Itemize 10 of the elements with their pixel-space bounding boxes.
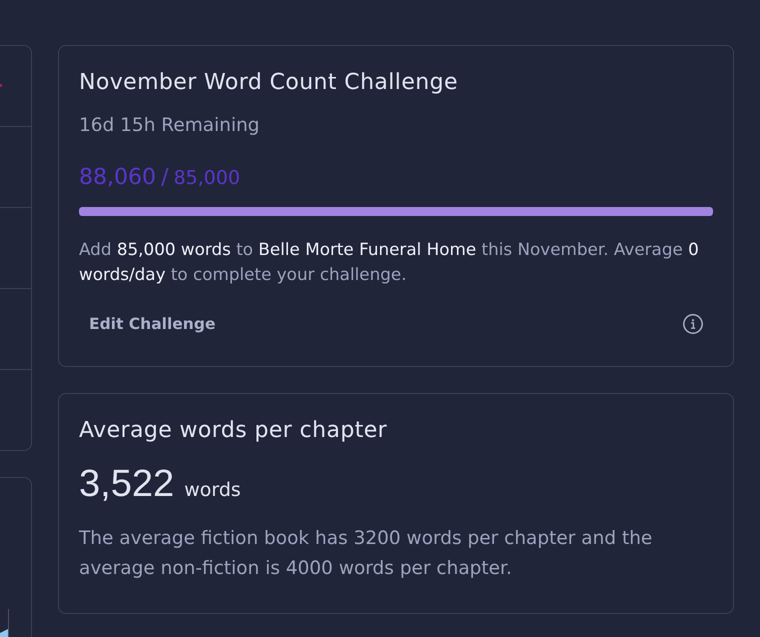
info-icon[interactable] (683, 314, 703, 334)
average-words-value: 3,522 words (79, 462, 242, 507)
edit-challenge-button[interactable]: Edit Challenge (79, 307, 226, 341)
time-remaining: 16d 15h Remaining (79, 114, 261, 138)
card-title: November Word Count Challenge (79, 69, 459, 97)
chapter-note: The average fiction book has 3200 words per chapter and the average non-fiction is 4000 words per chapter. (79, 527, 654, 581)
progress-count: 88,060 / 85,000 (79, 164, 242, 192)
chart-edge-drawing (0, 609, 10, 637)
card-title: Average words per chapter (79, 417, 388, 445)
challenge-description: Add 85,000 words to Belle Morte Funeral Home this November. Average 0 words/day to complete your challenge. (79, 238, 700, 286)
